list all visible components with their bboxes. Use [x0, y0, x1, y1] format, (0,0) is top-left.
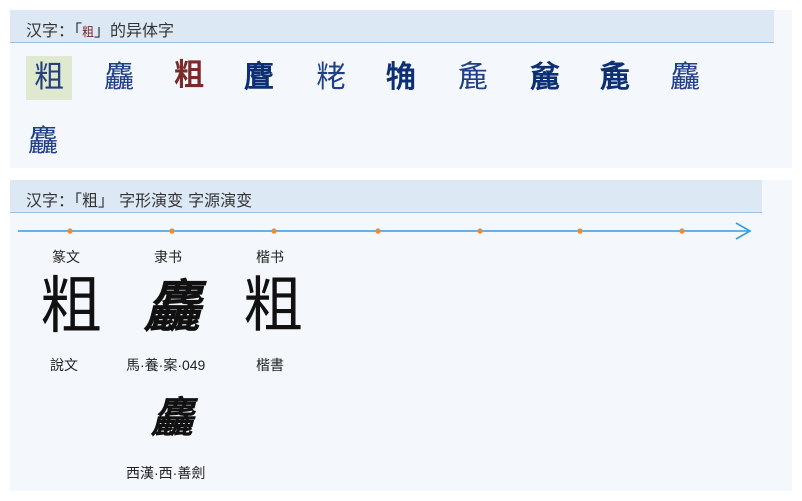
timeline-dot [375, 228, 381, 234]
variant-list: 粗 麤 粗 麆 粩 觕 麁 麄 麁 麤 麤 [10, 44, 774, 168]
extra-source-label: 西漢·西·善劍 [126, 465, 206, 481]
variant-item[interactable]: 麆 [236, 56, 282, 100]
stage-script-label: 楷书 [256, 249, 284, 265]
timeline-dot [271, 228, 277, 234]
variant-item[interactable]: 麄 [522, 56, 568, 100]
timeline-dot [67, 228, 73, 234]
variant-item[interactable]: 粗 [166, 54, 212, 98]
variants-title: 汉字：「粗」的异体字 [26, 17, 174, 41]
variants-panel: 汉字：「粗」的异体字 粗 麤 粗 麆 粩 觕 麁 麄 麁 麤 麤 [10, 10, 792, 168]
evolution-panel: 汉字：「粗」 字形演变 字源演变 篆文 粗 說文 隶书 麤 馬·養·案·049 … [10, 180, 792, 491]
title-suffix: 」的异体字 [94, 21, 175, 40]
variant-item[interactable]: 觕 [378, 56, 424, 100]
stage-source-label: 馬·養·案·049 [126, 357, 206, 373]
extra-glyph[interactable]: 麤 [134, 388, 210, 448]
variant-item[interactable]: 麤 [20, 120, 66, 164]
variant-item[interactable]: 麁 [450, 56, 496, 100]
stage-source-label: 說文 [50, 357, 78, 373]
timeline-dot [679, 228, 685, 234]
variants-header: 汉字：「粗」的异体字 [10, 10, 774, 43]
stage-glyph[interactable]: 粗 [236, 266, 310, 346]
evolution-title: 汉字：「粗」 字形演变 字源演变 [26, 191, 253, 210]
variant-item[interactable]: 粗 [26, 56, 72, 100]
variant-item[interactable]: 麤 [96, 56, 142, 100]
variant-item[interactable]: 粩 [308, 56, 354, 100]
timeline [18, 222, 752, 240]
stage-source-label: 楷書 [256, 357, 284, 373]
timeline-dot [477, 228, 483, 234]
title-prefix: 汉字：「 [26, 21, 83, 40]
variant-item[interactable]: 麤 [662, 56, 708, 100]
evolution-header: 汉字：「粗」 字形演变 字源演变 [10, 180, 762, 213]
stage-script-label: 隶书 [154, 249, 182, 265]
timeline-dot [169, 228, 175, 234]
variant-item[interactable]: 麁 [592, 56, 638, 100]
stage-script-label: 篆文 [52, 249, 80, 265]
timeline-dot [577, 228, 583, 234]
title-glyph: 粗 [82, 25, 95, 39]
stage-glyph[interactable]: 麤 [134, 268, 210, 346]
stage-glyph[interactable]: 粗 [36, 266, 106, 346]
